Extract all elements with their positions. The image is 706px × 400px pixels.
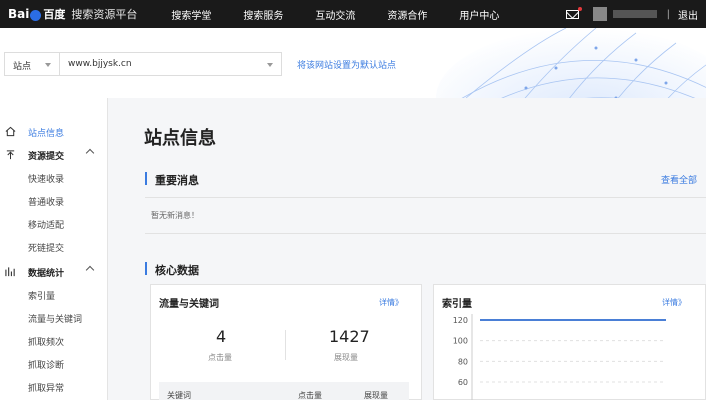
view-all-link[interactable]: 查看全部: [661, 173, 697, 186]
important-messages-title: 重要消息: [155, 174, 199, 187]
traffic-detail-link[interactable]: 详情》: [379, 297, 403, 308]
sidebar-group-data-stats[interactable]: 数据统计: [0, 263, 108, 281]
divider: [145, 197, 706, 198]
home-icon: [5, 126, 16, 137]
nav-item-cooperation[interactable]: 资源合作: [371, 7, 443, 22]
sidebar-item-mobile-adapt[interactable]: 移动适配: [0, 215, 108, 233]
index-detail-link[interactable]: 详情》: [662, 297, 686, 308]
stat-divider: [285, 330, 286, 360]
y-tick-label: 60: [458, 378, 468, 387]
sidebar-group-resource-submit[interactable]: 资源提交: [0, 146, 108, 164]
globe-decoration-icon: [436, 28, 706, 98]
core-data-title: 核心数据: [155, 264, 199, 277]
empty-messages-text: 暂无新消息！: [151, 211, 199, 220]
sidebar-item-site-info[interactable]: 站点信息: [0, 123, 108, 141]
top-nav-bar: Bai 百度 搜索资源平台 搜索学堂 搜索服务 互动交流 资源合作 用户中心 |…: [0, 0, 706, 28]
mail-icon[interactable]: [565, 6, 582, 19]
index-volume-chart: 120 100 80 60: [453, 314, 666, 400]
divider: [145, 233, 706, 234]
y-tick-label: 120: [453, 316, 468, 325]
sidebar: 站点信息 资源提交 快速收录 普通收录 移动适配 死链提交 数据统计 索引量 流…: [0, 98, 108, 400]
page-title: 站点信息: [144, 128, 216, 149]
site-type-select[interactable]: 站点: [4, 52, 60, 76]
keyword-table-header: 关键词 点击量 展现量: [159, 382, 409, 400]
chevron-up-icon: [85, 265, 95, 275]
nav-item-community[interactable]: 互动交流: [299, 7, 371, 22]
y-tick-label: 100: [453, 337, 468, 346]
chevron-down-icon: [267, 63, 273, 67]
sidebar-item-dead-link[interactable]: 死链提交: [0, 238, 108, 256]
avatar[interactable]: [592, 7, 607, 21]
nav-item-user-center[interactable]: 用户中心: [443, 7, 515, 22]
chevron-down-icon: [45, 63, 51, 67]
impressions-value: 1427: [329, 327, 370, 346]
nav-item-school[interactable]: 搜索学堂: [153, 7, 227, 22]
baidu-logo[interactable]: Bai 百度: [8, 6, 65, 22]
site-selector-bar: 站点 www.bjjysk.cn 将该网站设置为默认站点: [0, 28, 706, 98]
column-header-impressions[interactable]: 展现量: [364, 390, 388, 400]
sidebar-item-fast-index[interactable]: 快速收录: [0, 169, 108, 187]
main-nav: 搜索学堂 搜索服务 互动交流 资源合作 用户中心: [153, 7, 515, 22]
sidebar-item-traffic-keywords[interactable]: 流量与关键词: [0, 309, 108, 327]
stats-icon: [5, 267, 15, 277]
nav-item-services[interactable]: 搜索服务: [227, 7, 299, 22]
upload-icon: [6, 150, 15, 160]
clicks-label: 点击量: [208, 353, 232, 362]
clicks-value: 4: [216, 327, 227, 346]
platform-title: 搜索资源平台: [71, 8, 138, 21]
sidebar-item-crawl-frequency[interactable]: 抓取频次: [0, 332, 108, 350]
set-default-site-link[interactable]: 将该网站设置为默认站点: [297, 58, 396, 71]
section-accent-bar: [145, 172, 147, 185]
impressions-label: 展现量: [334, 353, 358, 362]
sidebar-item-crawl-diagnosis[interactable]: 抓取诊断: [0, 355, 108, 373]
column-header-clicks[interactable]: 点击量: [298, 390, 322, 400]
paw-icon: [30, 9, 42, 21]
username-redacted[interactable]: [612, 10, 657, 18]
notification-dot: [577, 6, 582, 11]
traffic-card-title: 流量与关键词: [159, 299, 219, 310]
index-card-title: 索引量: [442, 299, 472, 310]
sidebar-item-index-volume[interactable]: 索引量: [0, 286, 108, 304]
chevron-up-icon: [85, 148, 95, 158]
sidebar-item-crawl-errors[interactable]: 抓取异常: [0, 378, 108, 396]
logout-link[interactable]: 退出: [678, 7, 698, 22]
y-tick-label: 80: [458, 357, 468, 366]
sidebar-item-normal-index[interactable]: 普通收录: [0, 192, 108, 210]
site-url-select[interactable]: www.bjjysk.cn: [59, 52, 282, 76]
user-area: | 退出: [565, 0, 706, 28]
separator: |: [666, 8, 670, 20]
column-header-keyword[interactable]: 关键词: [167, 390, 191, 400]
section-accent-bar: [145, 262, 147, 275]
